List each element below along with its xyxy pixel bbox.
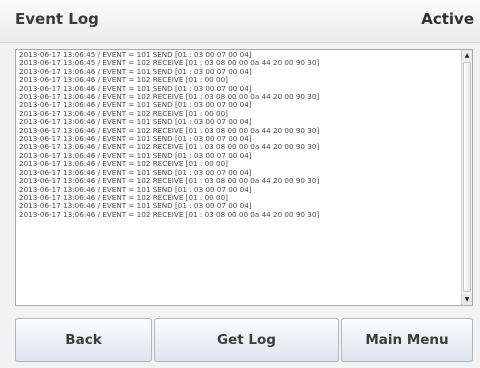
back-button[interactable]: Back [15, 318, 152, 362]
event-log-panel[interactable]: 2013-06-17 13:06:45 / EVENT = 101 SEND [… [15, 49, 473, 306]
scroll-down-arrow-icon[interactable]: ▼ [462, 294, 472, 305]
scrollbar-thumb[interactable] [463, 62, 471, 292]
header-bar: Event Log Active [0, 0, 480, 43]
log-line: 2013-06-17 13:06:46 / EVENT = 102 RECEIV… [19, 209, 320, 219]
main-menu-button[interactable]: Main Menu [341, 318, 473, 362]
status-label: Active [421, 10, 474, 28]
scroll-up-arrow-icon[interactable]: ▲ [462, 50, 472, 61]
vertical-scrollbar[interactable]: ▲ ▼ [461, 50, 472, 305]
event-log-list: 2013-06-17 13:06:45 / EVENT = 101 SEND [… [19, 50, 459, 219]
get-log-button[interactable]: Get Log [154, 318, 339, 362]
button-bar: Back Get Log Main Menu [15, 318, 473, 362]
page-title: Event Log [15, 10, 99, 28]
